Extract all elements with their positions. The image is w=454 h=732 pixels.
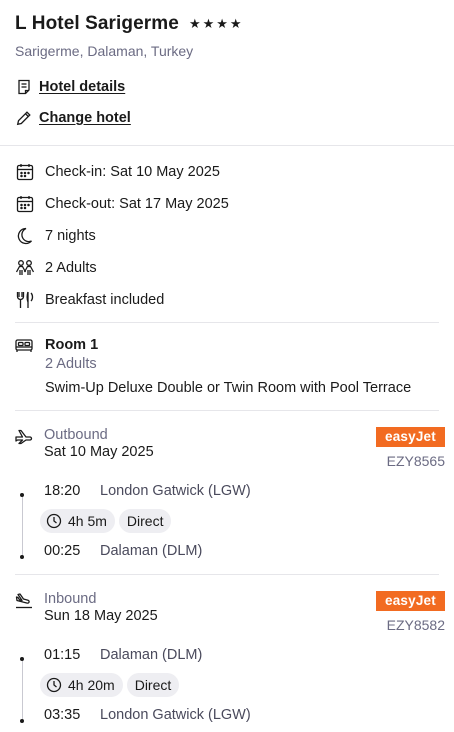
- timeline-dot: [20, 657, 24, 661]
- change-hotel-link-row[interactable]: Change hotel: [15, 107, 439, 129]
- bed-icon: [15, 337, 35, 396]
- timeline-dot: [20, 493, 24, 497]
- stay-info-list: Check-in: Sat 10 May 2025 Check-out: Sat…: [0, 146, 454, 316]
- plane-takeoff-icon: [15, 427, 35, 469]
- check-in-text: Check-in: Sat 10 May 2025: [45, 164, 220, 180]
- departure-airport: Dalaman (DLM): [100, 647, 203, 663]
- guests-row: 2 Adults: [15, 252, 439, 284]
- outbound-flight: Outbound Sat 10 May 2025 easyJet EZY8565…: [0, 411, 454, 564]
- outbound-timeline: 18:20 London Gatwick (LGW) 4h 5m Direct: [15, 478, 445, 564]
- nights-row: 7 nights: [15, 220, 439, 252]
- stops-chip: Direct: [126, 673, 180, 697]
- hotel-location: Sarigerme, Dalaman, Turkey: [15, 43, 194, 59]
- cutlery-icon: [15, 290, 35, 310]
- arrival-airport: Dalaman (DLM): [100, 543, 203, 559]
- calendar-icon: [15, 162, 35, 182]
- clock-icon: [46, 677, 62, 693]
- arrival-row: 03:35 London Gatwick (LGW): [15, 702, 445, 728]
- hotel-details-link-row[interactable]: Hotel details: [15, 76, 439, 98]
- change-hotel-link[interactable]: Change hotel: [39, 110, 131, 126]
- duration-chip: 4h 20m: [40, 673, 123, 697]
- hotel-details-link[interactable]: Hotel details: [39, 79, 125, 95]
- inbound-flight: Inbound Sun 18 May 2025 easyJet EZY8582 …: [0, 575, 454, 728]
- pencil-icon: [15, 109, 33, 127]
- inbound-timeline: 01:15 Dalaman (DLM) 4h 20m Direct 03:35 …: [15, 642, 445, 728]
- outbound-flight-number: EZY8565: [386, 453, 445, 469]
- document-icon: [15, 78, 33, 96]
- board-row: Breakfast included: [15, 284, 439, 316]
- board-text: Breakfast included: [45, 292, 165, 308]
- departure-airport: London Gatwick (LGW): [100, 483, 251, 499]
- departure-time: 01:15: [44, 647, 81, 663]
- airline-logo: easyJet: [376, 427, 445, 447]
- timeline-line: [22, 659, 23, 721]
- hotel-header: L Hotel Sarigerme ★★★★ Sarigerme, Dalama…: [0, 0, 454, 129]
- outbound-date: Sat 10 May 2025: [44, 444, 154, 460]
- plane-landing-icon: [15, 591, 35, 633]
- duration-chip: 4h 5m: [40, 509, 115, 533]
- stops-chip: Direct: [118, 509, 172, 533]
- stops-text: Direct: [126, 513, 164, 529]
- clock-icon: [46, 513, 62, 529]
- room-section: Room 1 2 Adults Swim-Up Deluxe Double or…: [0, 323, 454, 410]
- flight-chips: 4h 5m Direct: [40, 509, 445, 533]
- stops-text: Direct: [134, 677, 172, 693]
- check-in-row: Check-in: Sat 10 May 2025: [15, 156, 439, 188]
- departure-time: 18:20: [44, 483, 81, 499]
- nights-text: 7 nights: [45, 228, 96, 244]
- guests-text: 2 Adults: [45, 260, 97, 276]
- booking-summary: L Hotel Sarigerme ★★★★ Sarigerme, Dalama…: [0, 0, 454, 728]
- inbound-date: Sun 18 May 2025: [44, 608, 158, 624]
- departure-row: 18:20 London Gatwick (LGW): [15, 478, 445, 504]
- room-occupancy: 2 Adults: [45, 356, 97, 372]
- duration-text: 4h 5m: [68, 513, 107, 529]
- inbound-label: Inbound: [44, 591, 97, 607]
- arrival-time: 00:25: [44, 543, 81, 559]
- outbound-label: Outbound: [44, 427, 108, 443]
- calendar-icon: [15, 194, 35, 214]
- hotel-name: L Hotel Sarigerme: [15, 13, 179, 34]
- flight-chips: 4h 20m Direct: [40, 673, 445, 697]
- arrival-row: 00:25 Dalaman (DLM): [15, 538, 445, 564]
- star-rating: ★★★★: [188, 16, 244, 31]
- check-out-row: Check-out: Sat 17 May 2025: [15, 188, 439, 220]
- room-description: Swim-Up Deluxe Double or Twin Room with …: [45, 380, 412, 396]
- duration-text: 4h 20m: [68, 677, 115, 693]
- timeline-line: [22, 495, 23, 557]
- departure-row: 01:15 Dalaman (DLM): [15, 642, 445, 668]
- moon-icon: [15, 226, 35, 246]
- people-icon: [15, 258, 35, 278]
- airline-logo: easyJet: [376, 591, 445, 611]
- check-out-text: Check-out: Sat 17 May 2025: [45, 196, 229, 212]
- timeline-dot: [20, 555, 24, 559]
- arrival-airport: London Gatwick (LGW): [100, 707, 251, 723]
- timeline-dot: [20, 719, 24, 723]
- inbound-flight-number: EZY8582: [386, 617, 445, 633]
- room-title: Room 1: [45, 337, 99, 353]
- arrival-time: 03:35: [44, 707, 81, 723]
